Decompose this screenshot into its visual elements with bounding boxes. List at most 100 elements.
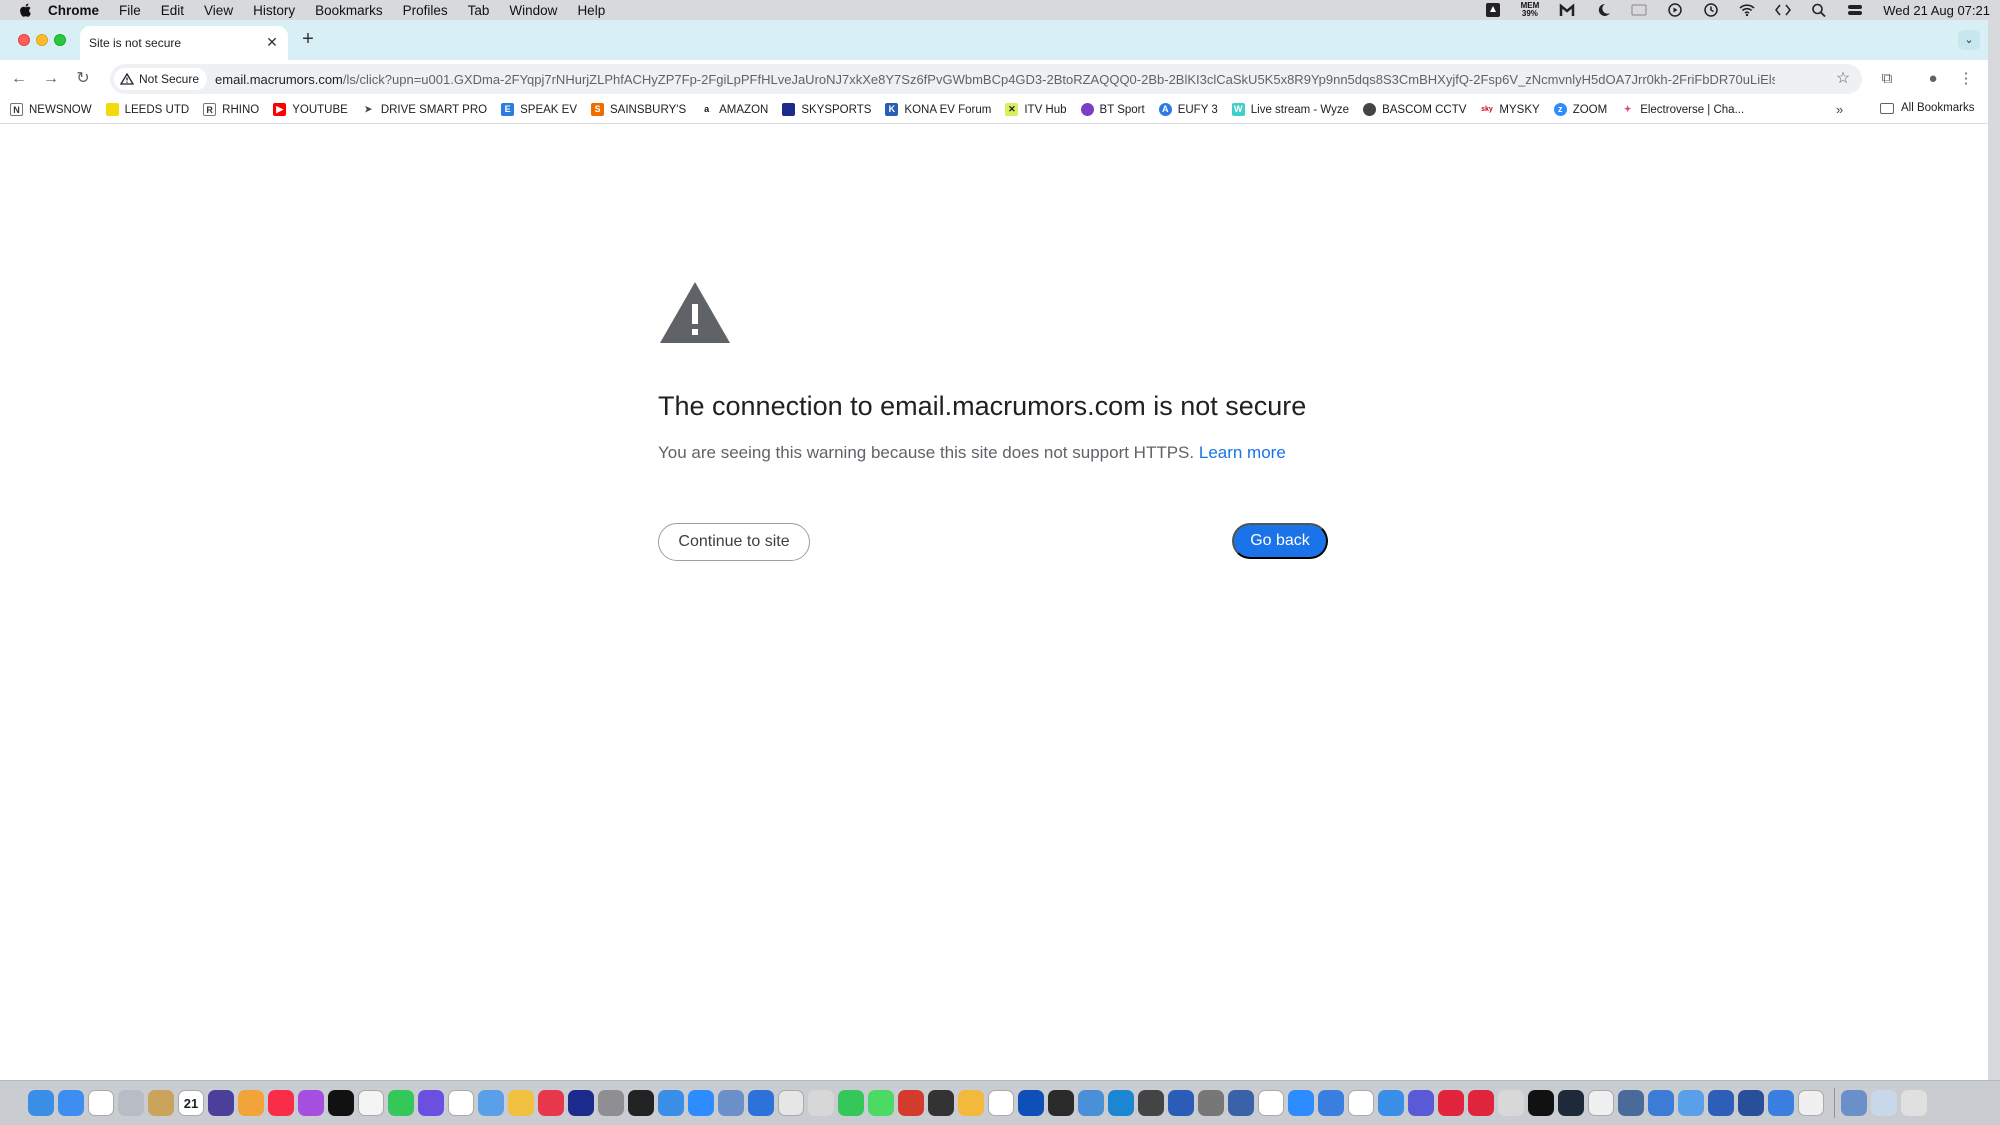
- time-machine-icon[interactable]: [1703, 3, 1719, 17]
- window-close-button[interactable]: [18, 34, 30, 46]
- dock-notes-icon[interactable]: [358, 1090, 384, 1116]
- bookmark-bt-sport[interactable]: BT Sport: [1080, 103, 1145, 116]
- dock-terminal-icon[interactable]: [1528, 1090, 1554, 1116]
- control-center-icon[interactable]: [1847, 3, 1863, 17]
- dock-archive-icon[interactable]: [148, 1090, 174, 1116]
- extensions-puzzle-icon[interactable]: ⧉: [1876, 68, 1898, 90]
- bookmark-itv-hub[interactable]: ✕ ITV Hub: [1005, 103, 1067, 116]
- account-box-icon[interactable]: [1485, 3, 1501, 17]
- malwarebytes-icon[interactable]: [1559, 3, 1575, 17]
- menu-bookmarks[interactable]: Bookmarks: [315, 3, 383, 18]
- dock-photos-icon[interactable]: [508, 1090, 534, 1116]
- bookmark-mysky[interactable]: sky MYSKY: [1480, 103, 1540, 116]
- moon-icon[interactable]: [1595, 3, 1611, 17]
- bookmark-rhino[interactable]: R RHINO: [203, 103, 259, 116]
- bookmark-star-icon[interactable]: ☆: [1834, 70, 1852, 88]
- bookmark-newsnow[interactable]: N NEWSNOW: [10, 103, 92, 116]
- url-text[interactable]: email.macrumors.com/ls/click?upn=u001.GX…: [215, 72, 1775, 87]
- play-circle-icon[interactable]: [1667, 3, 1683, 17]
- dock-trash-icon[interactable]: [1901, 1090, 1927, 1116]
- dock-skysports-icon[interactable]: [568, 1090, 594, 1116]
- active-tab[interactable]: Site is not secure ✕: [80, 26, 288, 60]
- address-bar[interactable]: Not Secure email.macrumors.com/ls/click?…: [110, 64, 1862, 94]
- dock-slack-icon[interactable]: [1348, 1090, 1374, 1116]
- screen-mirroring-icon[interactable]: [1631, 3, 1647, 17]
- apple-menu-icon[interactable]: [18, 2, 34, 18]
- window-minimize-button[interactable]: [36, 34, 48, 46]
- dock-mail-icon[interactable]: [58, 1090, 84, 1116]
- new-tab-button[interactable]: +: [296, 28, 320, 52]
- window-zoom-button[interactable]: [54, 34, 66, 46]
- dock-malwarebytes-icon[interactable]: [1018, 1090, 1044, 1116]
- bookmark-wyze[interactable]: W Live stream - Wyze: [1231, 103, 1349, 116]
- dock-mail-alt-icon[interactable]: [718, 1090, 744, 1116]
- menu-tab[interactable]: Tab: [468, 3, 490, 18]
- bookmark-youtube[interactable]: ▶ YOUTUBE: [273, 103, 348, 116]
- all-bookmarks-button[interactable]: All Bookmarks: [1880, 102, 1975, 114]
- dock-preview-3-icon[interactable]: [1841, 1090, 1867, 1116]
- dock-scanner-icon[interactable]: [778, 1090, 804, 1116]
- dock-finder-icon[interactable]: [28, 1090, 54, 1116]
- dock-cyberduck-icon[interactable]: [1138, 1090, 1164, 1116]
- dock-calendar-icon[interactable]: 21: [178, 1090, 204, 1116]
- dock-chrome-icon[interactable]: [88, 1090, 114, 1116]
- dock-folder-icon[interactable]: [1871, 1090, 1897, 1116]
- dock-safari-icon[interactable]: [658, 1090, 684, 1116]
- dock-network-icon[interactable]: [1648, 1090, 1674, 1116]
- tab-search-chevron-icon[interactable]: ⌄: [1958, 30, 1980, 50]
- memory-monitor[interactable]: MEM 39%: [1521, 2, 1540, 18]
- dock-activity-icon[interactable]: [628, 1090, 654, 1116]
- dock-automator-icon[interactable]: [1228, 1090, 1254, 1116]
- menu-window[interactable]: Window: [509, 3, 557, 18]
- code-brackets-icon[interactable]: [1775, 3, 1792, 17]
- dock-podcasts-icon[interactable]: [298, 1090, 324, 1116]
- back-arrow-icon[interactable]: ←: [8, 68, 30, 90]
- bookmark-electroverse[interactable]: ✦ Electroverse | Cha...: [1621, 103, 1744, 116]
- dock-opera-icon[interactable]: [1438, 1090, 1464, 1116]
- dock-appstore-icon[interactable]: [1288, 1090, 1314, 1116]
- dock-facetime-icon[interactable]: [838, 1090, 864, 1116]
- dock-siri-icon[interactable]: [208, 1090, 234, 1116]
- bookmark-speak-ev[interactable]: E SPEAK EV: [501, 103, 577, 116]
- menu-file[interactable]: File: [119, 3, 141, 18]
- security-chip[interactable]: Not Secure: [114, 68, 208, 90]
- menu-app-chrome[interactable]: Chrome: [48, 3, 99, 18]
- dock-proxyman-icon[interactable]: [748, 1090, 774, 1116]
- tab-close-icon[interactable]: ✕: [264, 34, 280, 50]
- dock-printer-icon[interactable]: [1588, 1090, 1614, 1116]
- bookmarks-overflow-chevron-icon[interactable]: »: [1836, 102, 1843, 117]
- bookmark-eufy[interactable]: A EUFY 3: [1158, 103, 1218, 116]
- bookmark-zoom[interactable]: z ZOOM: [1553, 103, 1607, 116]
- bookmark-bascom-cctv[interactable]: BASCOM CCTV: [1363, 103, 1466, 116]
- dock-desktop-icon[interactable]: [1768, 1090, 1794, 1116]
- dock-notify-icon[interactable]: [1318, 1090, 1344, 1116]
- chrome-menu-icon[interactable]: ⋮: [1955, 68, 1977, 90]
- go-back-button[interactable]: Go back: [1232, 523, 1328, 559]
- dock-focus-icon[interactable]: [1378, 1090, 1404, 1116]
- bookmark-skysports[interactable]: SKYSPORTS: [782, 103, 871, 116]
- dock-preview-icon[interactable]: [478, 1090, 504, 1116]
- spotlight-search-icon[interactable]: [1811, 3, 1827, 17]
- menu-edit[interactable]: Edit: [161, 3, 184, 18]
- dock-reminders-icon[interactable]: [448, 1090, 474, 1116]
- menubar-clock[interactable]: Wed 21 Aug 07:21: [1883, 3, 1990, 18]
- reload-icon[interactable]: ↻: [72, 68, 94, 90]
- dock-vpn-icon[interactable]: [1408, 1090, 1434, 1116]
- dock-editor-2-icon[interactable]: [1738, 1090, 1764, 1116]
- menu-help[interactable]: Help: [577, 3, 605, 18]
- continue-to-site-button[interactable]: Continue to site: [658, 523, 810, 561]
- dock-drive-icon[interactable]: [1258, 1090, 1284, 1116]
- dock-screens-icon[interactable]: [1618, 1090, 1644, 1116]
- dock-launchpad-icon[interactable]: [118, 1090, 144, 1116]
- menu-profiles[interactable]: Profiles: [403, 3, 448, 18]
- dock-pencil-icon[interactable]: [958, 1090, 984, 1116]
- dock-imovie-icon[interactable]: [418, 1090, 444, 1116]
- dock-maps-icon[interactable]: [868, 1090, 894, 1116]
- dock-editor-icon[interactable]: [1078, 1090, 1104, 1116]
- dock-migration-icon[interactable]: [1678, 1090, 1704, 1116]
- dock-bat-icon[interactable]: [1048, 1090, 1074, 1116]
- menu-history[interactable]: History: [253, 3, 295, 18]
- dock-xcode-icon[interactable]: [1168, 1090, 1194, 1116]
- bookmark-leeds-utd[interactable]: LEEDS UTD: [105, 103, 189, 116]
- learn-more-link[interactable]: Learn more: [1199, 443, 1286, 462]
